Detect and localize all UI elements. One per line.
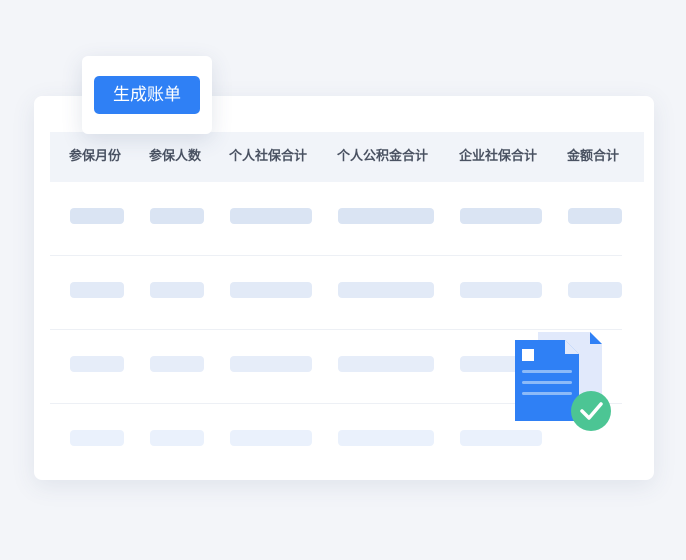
skeleton-cell bbox=[230, 208, 312, 224]
skeleton-cell bbox=[70, 356, 124, 372]
skeleton-cell bbox=[70, 430, 124, 446]
generate-bill-button[interactable]: 生成账单 bbox=[94, 76, 200, 114]
column-header-company-social-security: 企业社保合计 bbox=[459, 149, 538, 164]
skeleton-cell bbox=[338, 208, 434, 224]
skeleton-cell bbox=[150, 208, 204, 224]
skeleton-cell bbox=[230, 282, 312, 298]
skeleton-cell bbox=[338, 282, 434, 298]
skeleton-cell bbox=[568, 208, 622, 224]
skeleton-cell bbox=[460, 208, 542, 224]
table-row bbox=[50, 256, 622, 330]
skeleton-cell bbox=[338, 356, 434, 372]
skeleton-cell bbox=[230, 356, 312, 372]
skeleton-cell bbox=[460, 282, 542, 298]
skeleton-cell bbox=[150, 430, 204, 446]
column-header-personal-social-security: 个人社保合计 bbox=[229, 149, 308, 164]
check-circle-icon bbox=[571, 391, 611, 431]
table-header: 参保月份 参保人数 个人社保合计 个人公积金合计 企业社保合计 金额合计 bbox=[50, 132, 644, 182]
generate-bill-popover: 生成账单 bbox=[82, 56, 212, 134]
column-header-total-amount: 金额合计 bbox=[567, 149, 620, 164]
skeleton-cell bbox=[70, 282, 124, 298]
column-header-month: 参保月份 bbox=[69, 149, 122, 164]
skeleton-cell bbox=[568, 282, 622, 298]
skeleton-cell bbox=[70, 208, 124, 224]
skeleton-cell bbox=[230, 430, 312, 446]
skeleton-cell bbox=[150, 282, 204, 298]
skeleton-cell bbox=[150, 356, 204, 372]
table-row bbox=[50, 182, 622, 256]
column-header-headcount: 参保人数 bbox=[149, 149, 202, 164]
skeleton-cell bbox=[338, 430, 434, 446]
document-icon bbox=[515, 332, 611, 431]
column-header-personal-housing-fund: 个人公积金合计 bbox=[337, 149, 429, 164]
